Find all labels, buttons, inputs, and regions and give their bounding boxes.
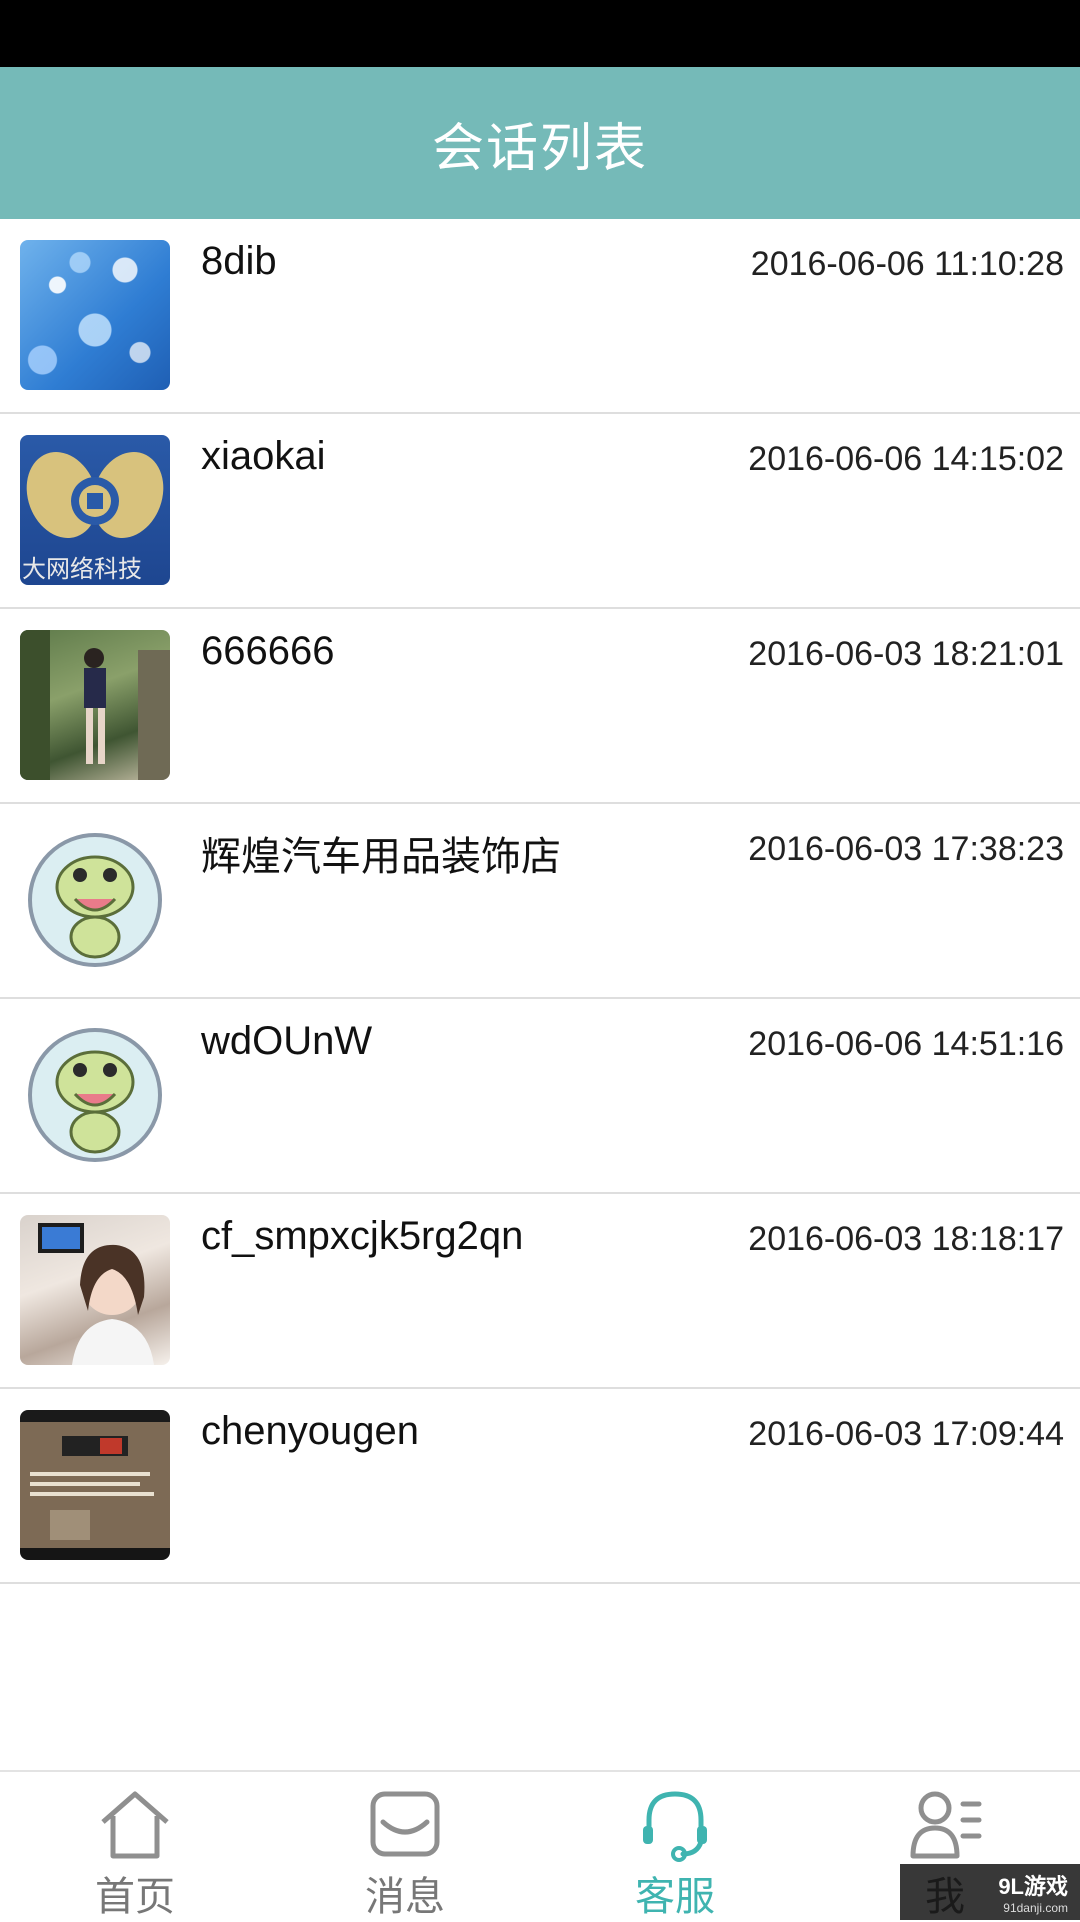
conversation-time: 2016-06-03 18:21:01 (748, 635, 1064, 673)
tab-label: 消息 (365, 1874, 445, 1920)
conversation-item[interactable]: 辉煌汽车用品装饰店 2016-06-03 17:38:23 (0, 804, 1080, 999)
tab-label: 客服 (635, 1874, 715, 1920)
dinosaur-avatar-icon (28, 1028, 162, 1162)
conversation-item[interactable]: 大网络科技 xiaokai 2016-06-06 14:15:02 (0, 414, 1080, 609)
conversation-name: 666666 (201, 629, 335, 673)
company-logo-icon: 大网络科技 (22, 452, 164, 583)
watermark: 9L游戏 91danji.com (900, 1864, 1080, 1920)
person-photo (38, 1223, 154, 1365)
avatar (20, 1410, 170, 1560)
page-title: 会话列表 (431, 118, 648, 179)
conversation-item[interactable]: chenyougen 2016-06-03 17:09:44 (0, 1389, 1080, 1584)
poster-photo (30, 1436, 154, 1540)
tab-home[interactable]: 首页 (0, 1772, 270, 1922)
conversation-time: 2016-06-06 11:10:28 (750, 245, 1064, 283)
message-icon (370, 1791, 440, 1857)
watermark-text: 9L游戏 (998, 1874, 1068, 1899)
header: 会话列表 (0, 67, 1080, 219)
tab-messages[interactable]: 消息 (270, 1772, 540, 1922)
tab-customer-service[interactable]: 客服 (540, 1772, 810, 1922)
conversation-item[interactable]: wdOUnW 2016-06-06 14:51:16 (0, 999, 1080, 1194)
conversation-name: 8dib (201, 239, 277, 283)
person-photo (20, 630, 170, 780)
status-bar (0, 0, 1080, 67)
conversation-time: 2016-06-06 14:15:02 (748, 440, 1064, 478)
dinosaur-avatar-icon (28, 833, 162, 967)
conversation-time: 2016-06-06 14:51:16 (748, 1025, 1064, 1063)
avatar (20, 825, 170, 975)
conversation-time: 2016-06-03 17:38:23 (748, 830, 1064, 868)
avatar (20, 240, 170, 390)
profile-icon (910, 1791, 982, 1859)
conversation-name: 辉煌汽车用品装饰店 (201, 835, 561, 879)
tab-label: 首页 (95, 1874, 175, 1920)
avatar (20, 1020, 170, 1170)
headset-icon (643, 1791, 707, 1862)
watermark-url: 91danji.com (1003, 1901, 1068, 1915)
conversation-item[interactable]: 666666 2016-06-03 18:21:01 (0, 609, 1080, 804)
avatar (20, 1215, 170, 1365)
conversation-list[interactable]: 8dib 2016-06-06 11:10:28 大网络科技 xiaokai 2… (0, 219, 1080, 1584)
conversation-time: 2016-06-03 17:09:44 (748, 1415, 1064, 1453)
conversation-name: xiaokai (201, 434, 326, 478)
conversation-time: 2016-06-03 18:18:17 (748, 1220, 1064, 1258)
avatar: 大网络科技 (20, 435, 170, 585)
avatar (20, 630, 170, 780)
conversation-item[interactable]: cf_smpxcjk5rg2qn 2016-06-03 18:18:17 (0, 1194, 1080, 1389)
conversation-name: wdOUnW (201, 1019, 373, 1063)
home-icon (101, 1791, 169, 1859)
conversation-name: chenyougen (201, 1409, 419, 1453)
conversation-item[interactable]: 8dib 2016-06-06 11:10:28 (0, 219, 1080, 414)
conversation-name: cf_smpxcjk5rg2qn (201, 1214, 524, 1258)
svg-text:大网络科技: 大网络科技 (22, 555, 142, 583)
